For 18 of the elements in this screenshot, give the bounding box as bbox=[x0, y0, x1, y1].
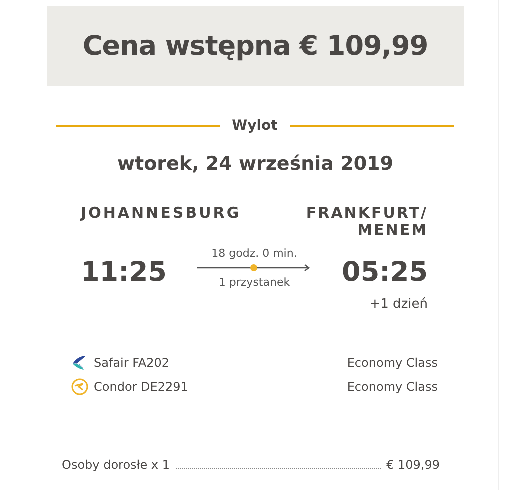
fare-label: Osoby dorosłe x 1 bbox=[62, 458, 170, 472]
flight-number: Safair FA202 bbox=[94, 356, 171, 370]
departure-time: 11:25 bbox=[81, 257, 168, 289]
destination-city: FRANKFURT/ bbox=[305, 205, 428, 222]
flight-date: wtorek, 24 września 2019 bbox=[116, 153, 394, 175]
section-title: Wylot bbox=[232, 118, 278, 134]
destination-city: MENEM bbox=[356, 222, 428, 239]
price-title: Cena wstępna € 109,99 bbox=[82, 30, 428, 62]
flight-number: Condor DE2291 bbox=[94, 380, 190, 394]
fare-amount: € 109,99 bbox=[386, 458, 440, 472]
arrival-time: 05:25 bbox=[341, 257, 428, 289]
flight-duration: 18 godz. 0 min. bbox=[212, 247, 298, 260]
cabin-class: Economy Class bbox=[347, 380, 438, 394]
stops-count: 1 przystanek bbox=[218, 276, 290, 289]
cabin-class: Economy Class bbox=[347, 356, 438, 370]
day-offset: +1 dzień bbox=[368, 297, 428, 312]
airline-logo-icon bbox=[71, 378, 89, 396]
origin-city: JOHANNESBURG bbox=[81, 205, 242, 222]
